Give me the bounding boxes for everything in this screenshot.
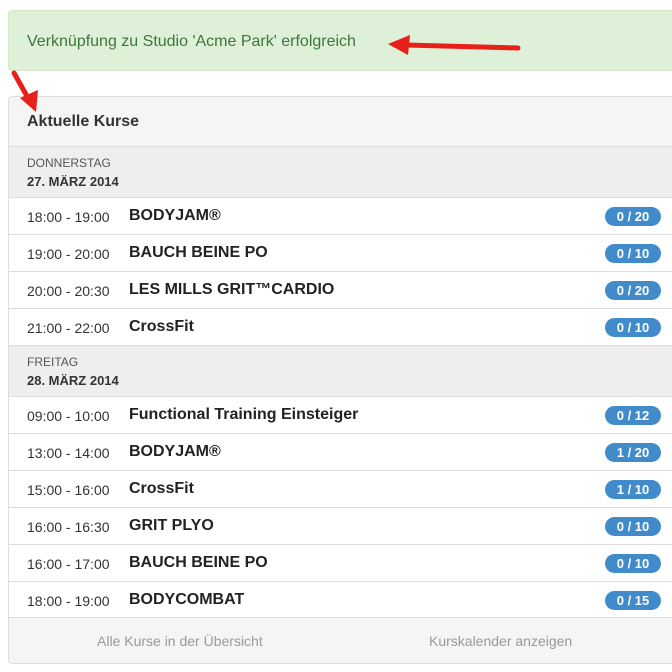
spots-badge: 0 / 10 <box>605 554 661 573</box>
all-courses-link[interactable]: Alle Kurse in der Übersicht <box>97 633 263 649</box>
courses-panel: Aktuelle Kurse DONNERSTAG 27. MÄRZ 2014 … <box>8 96 672 664</box>
spots-badge: 0 / 20 <box>605 207 661 226</box>
course-name[interactable]: CrossFit <box>129 480 194 498</box>
alert-message: Verknüpfung zu Studio 'Acme Park' erfolg… <box>27 33 356 50</box>
course-time: 18:00 - 19:00 <box>27 209 110 225</box>
day-header: FREITAG 28. MÄRZ 2014 <box>9 346 672 397</box>
course-name[interactable]: LES MILLS GRIT™CARDIO <box>129 281 334 299</box>
course-name[interactable]: BODYJAM® <box>129 207 221 225</box>
course-row[interactable]: 15:00 - 16:00 CrossFit 1 / 10 <box>9 471 672 508</box>
course-time: 19:00 - 20:00 <box>27 246 110 262</box>
course-row[interactable]: 16:00 - 17:00 BAUCH BEINE PO 0 / 10 <box>9 545 672 582</box>
panel-title: Aktuelle Kurse <box>27 113 140 130</box>
course-time: 20:00 - 20:30 <box>27 283 110 299</box>
course-time: 16:00 - 17:00 <box>27 556 110 572</box>
spots-badge: 0 / 15 <box>605 591 661 610</box>
course-name[interactable]: CrossFit <box>129 318 194 336</box>
success-alert: Verknüpfung zu Studio 'Acme Park' erfolg… <box>8 10 672 71</box>
course-name[interactable]: BAUCH BEINE PO <box>129 244 268 262</box>
spots-badge: 0 / 20 <box>605 281 661 300</box>
spots-badge: 0 / 10 <box>605 244 661 263</box>
course-name[interactable]: BAUCH BEINE PO <box>129 554 268 572</box>
course-time: 09:00 - 10:00 <box>27 408 110 424</box>
course-row[interactable]: 18:00 - 19:00 BODYJAM® 0 / 20 <box>9 198 672 235</box>
day-weekday: FREITAG <box>27 355 79 369</box>
panel-heading: Aktuelle Kurse <box>9 97 672 147</box>
course-row[interactable]: 21:00 - 22:00 CrossFit 0 / 10 <box>9 309 672 346</box>
course-name[interactable]: Functional Training Einsteiger <box>129 406 358 424</box>
spots-badge: 1 / 20 <box>605 443 661 462</box>
day-weekday: DONNERSTAG <box>27 156 111 170</box>
course-row[interactable]: 13:00 - 14:00 BODYJAM® 1 / 20 <box>9 434 672 471</box>
course-time: 15:00 - 16:00 <box>27 482 110 498</box>
day-date: 28. MÄRZ 2014 <box>27 373 119 388</box>
course-time: 18:00 - 19:00 <box>27 593 110 609</box>
course-calendar-link[interactable]: Kurskalender anzeigen <box>429 633 572 649</box>
course-name[interactable]: BODYJAM® <box>129 443 221 461</box>
spots-badge: 1 / 10 <box>605 480 661 499</box>
day-header: DONNERSTAG 27. MÄRZ 2014 <box>9 147 672 198</box>
spots-badge: 0 / 10 <box>605 318 661 337</box>
spots-badge: 0 / 10 <box>605 517 661 536</box>
course-time: 13:00 - 14:00 <box>27 445 110 461</box>
course-time: 16:00 - 16:30 <box>27 519 110 535</box>
course-row[interactable]: 20:00 - 20:30 LES MILLS GRIT™CARDIO 0 / … <box>9 272 672 309</box>
course-name[interactable]: BODYCOMBAT <box>129 591 244 609</box>
course-time: 21:00 - 22:00 <box>27 320 110 336</box>
course-row[interactable]: 19:00 - 20:00 BAUCH BEINE PO 0 / 10 <box>9 235 672 272</box>
panel-footer: Alle Kurse in der Übersicht Kurskalender… <box>9 617 672 663</box>
course-row[interactable]: 16:00 - 16:30 GRIT PLYO 0 / 10 <box>9 508 672 545</box>
course-row[interactable]: 18:00 - 19:00 BODYCOMBAT 0 / 15 <box>9 582 672 619</box>
course-row[interactable]: 09:00 - 10:00 Functional Training Einste… <box>9 397 672 434</box>
course-name[interactable]: GRIT PLYO <box>129 517 214 535</box>
day-date: 27. MÄRZ 2014 <box>27 174 119 189</box>
spots-badge: 0 / 12 <box>605 406 661 425</box>
